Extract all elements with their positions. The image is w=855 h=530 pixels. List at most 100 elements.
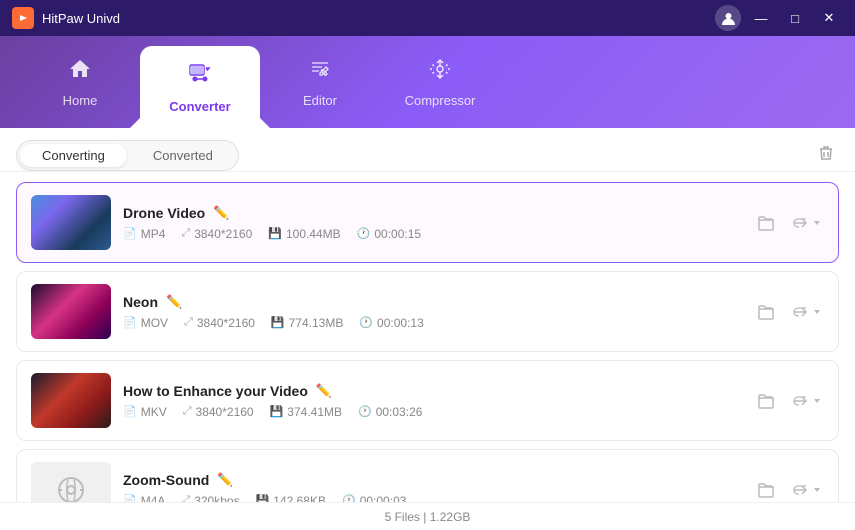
file-item-zoom-sound[interactable]: Zoom-Sound ✏️ 📄 M4A ⤢ 320kbps 💾 142.68KB — [16, 449, 839, 502]
thumbnail-drone — [31, 195, 111, 250]
clock-icon: 🕐 — [342, 494, 356, 502]
file-list: Drone Video ✏️ 📄 MP4 ⤢ 3840*2160 💾 100.4… — [0, 172, 855, 502]
app-logo — [12, 7, 34, 29]
meta-resolution-neon: ⤢ 3840*2160 — [184, 316, 255, 330]
nav-compressor-label: Compressor — [405, 93, 476, 108]
delete-all-button[interactable] — [813, 140, 839, 171]
file-meta-drone: 📄 MP4 ⤢ 3840*2160 💾 100.44MB 🕐 00:00:15 — [123, 227, 740, 241]
file-name-row-enhance: How to Enhance your Video ✏️ — [123, 383, 740, 399]
open-folder-button-neon[interactable] — [752, 298, 780, 326]
file-info-zoom-sound: Zoom-Sound ✏️ 📄 M4A ⤢ 320kbps 💾 142.68KB — [123, 472, 740, 503]
file-name-enhance: How to Enhance your Video — [123, 383, 308, 399]
meta-size-neon: 💾 774.13MB — [271, 316, 343, 330]
file-name-drone: Drone Video — [123, 205, 205, 221]
title-bar-controls: — □ ✕ — [715, 5, 843, 31]
file-info-neon: Neon ✏️ 📄 MOV ⤢ 3840*2160 💾 774.13MB — [123, 294, 740, 330]
user-account-button[interactable] — [715, 5, 741, 31]
meta-size-zoom-sound: 💾 142.68KB — [256, 494, 326, 503]
meta-resolution-enhance: ⤢ 3840*2160 — [183, 405, 254, 419]
clock-icon: 🕐 — [357, 227, 371, 240]
file-item-neon[interactable]: Neon ✏️ 📄 MOV ⤢ 3840*2160 💾 774.13MB — [16, 271, 839, 352]
open-folder-button-enhance[interactable] — [752, 387, 780, 415]
size-icon: 💾 — [271, 316, 285, 329]
meta-resolution-drone: ⤢ 3840*2160 — [181, 227, 252, 241]
meta-size-drone: 💾 100.44MB — [268, 227, 340, 241]
meta-format-neon: 📄 MOV — [123, 316, 168, 330]
file-type-icon: 📄 — [123, 316, 137, 329]
file-name-row-neon: Neon ✏️ — [123, 294, 740, 310]
title-bar: HitPaw Univd — □ ✕ — [0, 0, 855, 36]
content-area: Converting Converted Drone Video ✏️ 📄 — [0, 128, 855, 530]
nav-converter-label: Converter — [169, 99, 230, 114]
file-name-row-zoom-sound: Zoom-Sound ✏️ — [123, 472, 740, 488]
file-type-icon: 📄 — [123, 227, 137, 240]
edit-icon-neon[interactable]: ✏️ — [166, 294, 182, 310]
thumbnail-enhance — [31, 373, 111, 428]
meta-size-enhance: 💾 374.41MB — [270, 405, 342, 419]
edit-icon-zoom-sound[interactable]: ✏️ — [217, 472, 233, 488]
maximize-button[interactable]: □ — [781, 7, 809, 29]
file-info-drone: Drone Video ✏️ 📄 MP4 ⤢ 3840*2160 💾 100.4… — [123, 205, 740, 241]
file-name-row-drone: Drone Video ✏️ — [123, 205, 740, 221]
status-bar: 5 Files | 1.22GB — [0, 502, 855, 530]
open-folder-button-zoom-sound[interactable] — [752, 476, 780, 503]
home-icon — [68, 57, 92, 87]
tab-converted[interactable]: Converted — [131, 144, 235, 167]
thumbnail-zoom-sound — [31, 462, 111, 502]
thumbnail-neon — [31, 284, 111, 339]
meta-duration-drone: 🕐 00:00:15 — [357, 227, 421, 241]
convert-button-drone[interactable] — [788, 209, 824, 237]
editor-icon — [308, 57, 332, 87]
size-icon: 💾 — [268, 227, 282, 240]
file-meta-zoom-sound: 📄 M4A ⤢ 320kbps 💾 142.68KB 🕐 00:00:03 — [123, 494, 740, 503]
tab-converting[interactable]: Converting — [20, 144, 127, 167]
file-actions-enhance — [752, 387, 824, 415]
meta-bitrate-zoom-sound: ⤢ 320kbps — [181, 494, 239, 503]
open-folder-button-drone[interactable] — [752, 209, 780, 237]
meta-duration-neon: 🕐 00:00:13 — [359, 316, 423, 330]
file-type-icon: 📄 — [123, 405, 137, 418]
nav-home-label: Home — [63, 93, 98, 108]
file-actions-zoom-sound — [752, 476, 824, 503]
file-actions-drone — [752, 209, 824, 237]
nav-compressor[interactable]: Compressor — [380, 36, 500, 128]
tab-bar: Converting Converted — [0, 128, 855, 172]
nav-converter[interactable]: Converter — [140, 46, 260, 128]
app-title: HitPaw Univd — [42, 11, 120, 26]
file-actions-neon — [752, 298, 824, 326]
tabs-container: Converting Converted — [16, 140, 239, 171]
compressor-icon — [428, 57, 452, 87]
meta-duration-zoom-sound: 🕐 00:00:03 — [342, 494, 406, 503]
title-bar-left: HitPaw Univd — [12, 7, 120, 29]
clock-icon: 🕐 — [358, 405, 372, 418]
converter-icon — [187, 61, 213, 93]
meta-format-enhance: 📄 MKV — [123, 405, 167, 419]
resolution-icon: ⤢ — [181, 227, 190, 240]
file-meta-enhance: 📄 MKV ⤢ 3840*2160 💾 374.41MB 🕐 00:03:26 — [123, 405, 740, 419]
meta-format-drone: 📄 MP4 — [123, 227, 165, 241]
resolution-icon: ⤢ — [181, 494, 190, 502]
resolution-icon: ⤢ — [183, 405, 192, 418]
file-item-drone[interactable]: Drone Video ✏️ 📄 MP4 ⤢ 3840*2160 💾 100.4… — [16, 182, 839, 263]
convert-button-enhance[interactable] — [788, 387, 824, 415]
nav-home[interactable]: Home — [20, 36, 140, 128]
file-meta-neon: 📄 MOV ⤢ 3840*2160 💾 774.13MB 🕐 00:00:13 — [123, 316, 740, 330]
convert-button-zoom-sound[interactable] — [788, 476, 824, 503]
file-info-enhance: How to Enhance your Video ✏️ 📄 MKV ⤢ 384… — [123, 383, 740, 419]
size-icon: 💾 — [270, 405, 284, 418]
edit-icon-drone[interactable]: ✏️ — [213, 205, 229, 221]
file-item-enhance[interactable]: How to Enhance your Video ✏️ 📄 MKV ⤢ 384… — [16, 360, 839, 441]
edit-icon-enhance[interactable]: ✏️ — [316, 383, 332, 399]
clock-icon: 🕐 — [359, 316, 373, 329]
minimize-button[interactable]: — — [747, 7, 775, 29]
close-button[interactable]: ✕ — [815, 7, 843, 29]
status-text: 5 Files | 1.22GB — [385, 510, 471, 524]
file-name-neon: Neon — [123, 294, 158, 310]
file-name-zoom-sound: Zoom-Sound — [123, 472, 209, 488]
convert-button-neon[interactable] — [788, 298, 824, 326]
resolution-icon: ⤢ — [184, 316, 193, 329]
meta-format-zoom-sound: 📄 M4A — [123, 494, 165, 503]
nav-editor-label: Editor — [303, 93, 337, 108]
file-type-icon: 📄 — [123, 494, 137, 502]
nav-editor[interactable]: Editor — [260, 36, 380, 128]
